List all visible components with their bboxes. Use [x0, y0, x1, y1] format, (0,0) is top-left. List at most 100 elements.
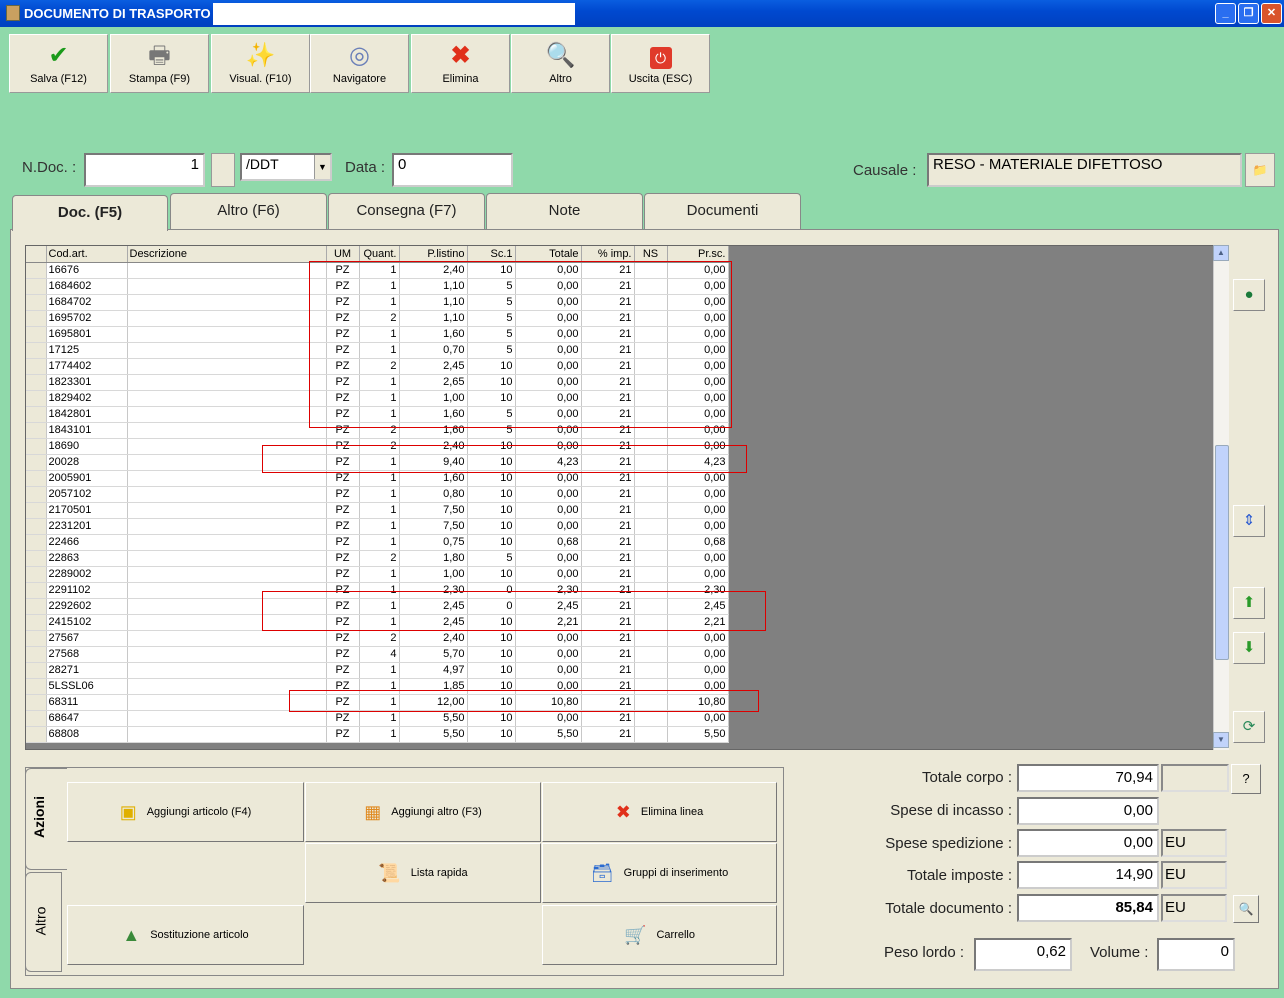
table-cell[interactable]: 1: [359, 262, 400, 279]
table-cell[interactable]: 10: [467, 390, 516, 407]
table-cell[interactable]: PZ: [326, 614, 360, 631]
column-header[interactable]: Totale: [515, 246, 582, 263]
table-cell[interactable]: 1695801: [46, 326, 128, 343]
table-cell[interactable]: [634, 534, 668, 551]
table-cell[interactable]: 10: [467, 470, 516, 487]
table-cell[interactable]: 1: [359, 278, 400, 295]
table-row[interactable]: 1829402 PZ 1 1,00 10 0,00 21 0,00: [26, 390, 729, 407]
table-cell[interactable]: [634, 374, 668, 391]
table-cell[interactable]: 0,00: [667, 406, 729, 423]
row-selector[interactable]: [26, 422, 47, 439]
table-cell[interactable]: [127, 630, 327, 647]
table-cell[interactable]: 7,50: [399, 518, 468, 535]
table-cell[interactable]: 10: [467, 518, 516, 535]
volume-value[interactable]: 0: [1157, 938, 1235, 971]
table-row[interactable]: 68311 PZ 1 12,00 10 10,80 21 10,80: [26, 694, 729, 711]
table-cell[interactable]: 12,00: [399, 694, 468, 711]
row-selector[interactable]: [26, 678, 47, 695]
table-cell[interactable]: [127, 550, 327, 567]
table-cell[interactable]: 0,00: [515, 502, 582, 519]
column-header[interactable]: Descrizione: [127, 246, 327, 263]
tab-altro[interactable]: Altro (F6): [170, 193, 327, 229]
table-cell[interactable]: 0,00: [515, 278, 582, 295]
row-selector[interactable]: [26, 390, 47, 407]
table-cell[interactable]: 1,10: [399, 310, 468, 327]
table-cell[interactable]: 0,00: [515, 358, 582, 375]
table-cell[interactable]: 22863: [46, 550, 128, 567]
table-cell[interactable]: [127, 566, 327, 583]
table-row[interactable]: 27567 PZ 2 2,40 10 0,00 21 0,00: [26, 630, 729, 647]
table-cell[interactable]: 2,45: [515, 598, 582, 615]
table-cell[interactable]: [634, 422, 668, 439]
table-cell[interactable]: [127, 326, 327, 343]
table-cell[interactable]: 10: [467, 630, 516, 647]
table-cell[interactable]: PZ: [326, 470, 360, 487]
table-cell[interactable]: PZ: [326, 582, 360, 599]
table-cell[interactable]: 0,00: [667, 438, 729, 455]
refresh-icon[interactable]: ⟳: [1233, 711, 1265, 743]
table-cell[interactable]: 5: [467, 406, 516, 423]
table-cell[interactable]: 10: [467, 678, 516, 695]
column-header[interactable]: NS: [634, 246, 668, 263]
table-cell[interactable]: 68311: [46, 694, 128, 711]
table-cell[interactable]: 21: [581, 534, 635, 551]
table-cell[interactable]: PZ: [326, 630, 360, 647]
table-cell[interactable]: 1,00: [399, 390, 468, 407]
table-cell[interactable]: 2,45: [667, 598, 729, 615]
column-header[interactable]: UM: [326, 246, 360, 263]
table-cell[interactable]: 10: [467, 438, 516, 455]
table-cell[interactable]: 10: [467, 358, 516, 375]
table-cell[interactable]: 0: [467, 582, 516, 599]
table-cell[interactable]: 1: [359, 534, 400, 551]
peso-lordo-value[interactable]: 0,62: [974, 938, 1072, 971]
table-cell[interactable]: 21: [581, 518, 635, 535]
table-cell[interactable]: 2: [359, 550, 400, 567]
table-cell[interactable]: PZ: [326, 422, 360, 439]
table-cell[interactable]: 10: [467, 502, 516, 519]
table-cell[interactable]: 1: [359, 518, 400, 535]
table-row[interactable]: 1843101 PZ 2 1,60 5 0,00 21 0,00: [26, 422, 729, 439]
table-row[interactable]: 5LSSL06 PZ 1 1,85 10 0,00 21 0,00: [26, 678, 729, 695]
table-cell[interactable]: 2,30: [399, 582, 468, 599]
table-cell[interactable]: 1: [359, 470, 400, 487]
table-cell[interactable]: 0,00: [667, 678, 729, 695]
table-row[interactable]: 27568 PZ 4 5,70 10 0,00 21 0,00: [26, 646, 729, 663]
table-cell[interactable]: 0,00: [515, 262, 582, 279]
row-selector[interactable]: [26, 630, 47, 647]
table-cell[interactable]: PZ: [326, 662, 360, 679]
table-cell[interactable]: [127, 582, 327, 599]
table-cell[interactable]: PZ: [326, 598, 360, 615]
table-cell[interactable]: 0,00: [667, 326, 729, 343]
chevron-down-icon[interactable]: ▼: [314, 155, 330, 179]
row-selector[interactable]: [26, 342, 47, 359]
table-cell[interactable]: 21: [581, 406, 635, 423]
table-cell[interactable]: 21: [581, 294, 635, 311]
table-cell[interactable]: [127, 438, 327, 455]
table-cell[interactable]: 5,50: [399, 726, 468, 743]
minimize-button[interactable]: _: [1215, 3, 1236, 24]
table-cell[interactable]: 0: [467, 598, 516, 615]
table-cell[interactable]: 2291102: [46, 582, 128, 599]
table-row[interactable]: 2292602 PZ 1 2,45 0 2,45 21 2,45: [26, 598, 729, 615]
table-cell[interactable]: 4,23: [515, 454, 582, 471]
spese-incasso-value[interactable]: 0,00: [1017, 797, 1159, 825]
table-cell[interactable]: [634, 550, 668, 567]
table-cell[interactable]: 2,30: [515, 582, 582, 599]
row-selector[interactable]: [26, 454, 47, 471]
table-cell[interactable]: 2: [359, 310, 400, 327]
row-selector[interactable]: [26, 598, 47, 615]
table-cell[interactable]: [127, 726, 327, 743]
table-cell[interactable]: 21: [581, 470, 635, 487]
table-cell[interactable]: [634, 614, 668, 631]
insert-groups-button[interactable]: 🗃 Gruppi di inserimento: [542, 843, 777, 903]
row-selector[interactable]: [26, 438, 47, 455]
row-selector[interactable]: [26, 294, 47, 311]
table-cell[interactable]: 0,00: [515, 326, 582, 343]
table-cell[interactable]: PZ: [326, 374, 360, 391]
table-cell[interactable]: 2: [359, 358, 400, 375]
table-cell[interactable]: 2: [359, 630, 400, 647]
table-cell[interactable]: 0,00: [667, 278, 729, 295]
table-row[interactable]: 2231201 PZ 1 7,50 10 0,00 21 0,00: [26, 518, 729, 535]
table-cell[interactable]: PZ: [326, 358, 360, 375]
table-cell[interactable]: [634, 454, 668, 471]
